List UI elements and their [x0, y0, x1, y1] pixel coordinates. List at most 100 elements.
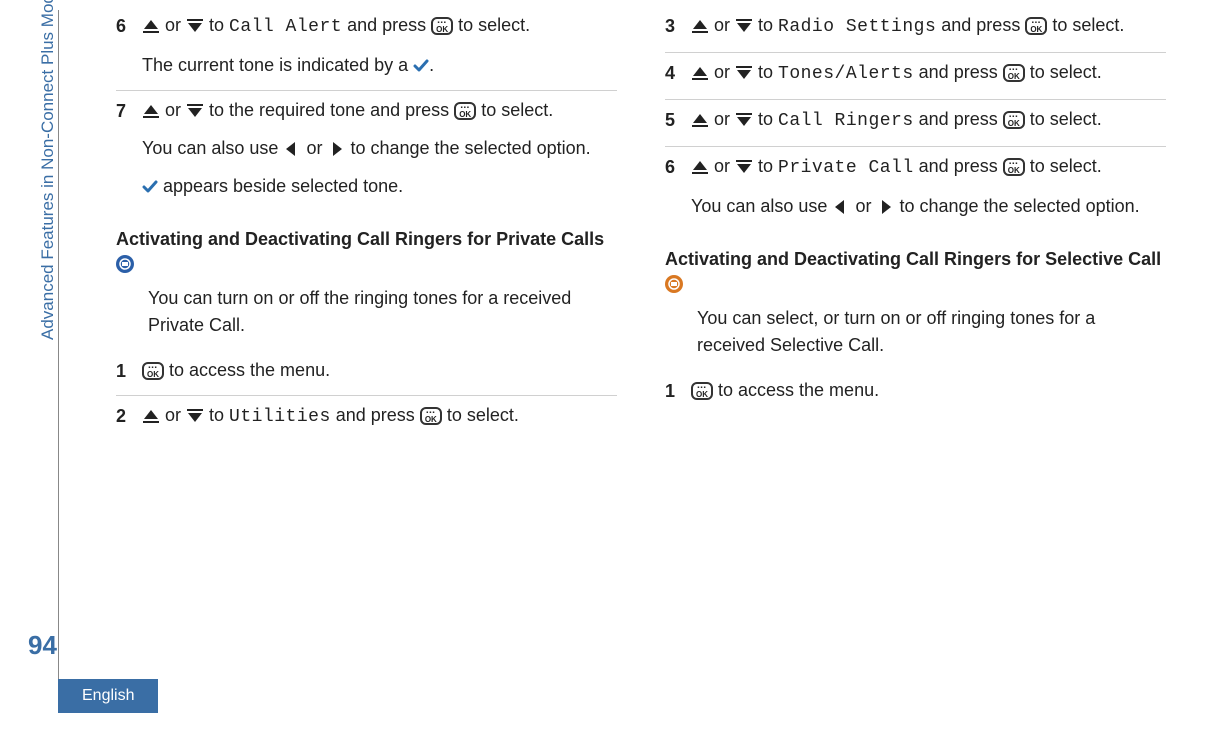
text: to select.: [453, 15, 530, 35]
step-number: 5: [665, 106, 691, 140]
ok-button-icon: ▪▪▪OK: [142, 362, 164, 380]
arrow-left-icon: [283, 140, 301, 158]
selective-call-step-1: 1 ▪▪▪OK to access the menu.: [665, 371, 1166, 415]
step-number: 1: [116, 357, 142, 389]
step-3: 3 or to Radio Settings and press ▪▪▪OK t…: [665, 6, 1166, 53]
arrow-left-icon: [832, 198, 850, 216]
step-number: 7: [116, 97, 142, 205]
menu-option: Radio Settings: [778, 17, 936, 37]
arrow-down-icon: [186, 17, 204, 35]
text: or: [301, 138, 327, 158]
arrow-up-icon: [691, 64, 709, 82]
text: or: [160, 405, 186, 425]
text: .: [429, 55, 434, 75]
arrow-up-icon: [691, 17, 709, 35]
text: to select.: [1047, 15, 1124, 35]
language-tab: English: [58, 679, 158, 713]
heading-text: Activating and Deactivating Call Ringers…: [665, 249, 1161, 269]
heading-text: Activating and Deactivating Call Ringers…: [116, 229, 604, 249]
step-7: 7 or to the required tone and press ▪▪▪O…: [116, 91, 617, 211]
step-6: 6 or to Private Call and press ▪▪▪OK to …: [665, 147, 1166, 231]
text: and press: [914, 109, 1003, 129]
private-call-step-2: 2 or to Utilities and press ▪▪▪OK to sel…: [116, 396, 617, 442]
arrow-down-icon: [186, 102, 204, 120]
section-heading: Activating and Deactivating Call Ringers…: [665, 248, 1166, 295]
text: or: [709, 62, 735, 82]
menu-option: Utilities: [229, 407, 331, 427]
arrow-down-icon: [735, 111, 753, 129]
text: to change the selected option.: [345, 138, 590, 158]
text: to access the menu.: [713, 380, 879, 400]
intro-text: You can turn on or off the ringing tones…: [148, 285, 617, 339]
feature-badge-icon: [116, 255, 134, 273]
text: to: [753, 62, 778, 82]
section-tab: Advanced Features in Non-Connect Plus Mo…: [38, 0, 58, 340]
left-column: 6 or to Call Alert and press ▪▪▪OK to se…: [116, 6, 617, 442]
check-icon: [142, 179, 158, 195]
step-6: 6 or to Call Alert and press ▪▪▪OK to se…: [116, 6, 617, 91]
side-rule: [58, 10, 59, 681]
section-heading: Activating and Deactivating Call Ringers…: [116, 228, 617, 275]
text: to select.: [476, 100, 553, 120]
text: to the required tone and press: [204, 100, 454, 120]
step-number: 4: [665, 59, 691, 93]
text: to access the menu.: [164, 360, 330, 380]
arrow-up-icon: [142, 407, 160, 425]
step-number: 3: [665, 12, 691, 46]
arrow-right-icon: [876, 198, 894, 216]
ok-button-icon: ▪▪▪OK: [691, 382, 713, 400]
text: to change the selected option.: [894, 196, 1139, 216]
ok-button-icon: ▪▪▪OK: [1003, 64, 1025, 82]
text: and press: [936, 15, 1025, 35]
step-number: 6: [665, 153, 691, 225]
text: to: [204, 405, 229, 425]
arrow-down-icon: [186, 407, 204, 425]
text: to: [204, 15, 229, 35]
feature-badge-icon: [665, 275, 683, 293]
text: to select.: [442, 405, 519, 425]
step-number: 2: [116, 402, 142, 436]
arrow-down-icon: [735, 158, 753, 176]
ok-button-icon: ▪▪▪OK: [1025, 17, 1047, 35]
arrow-up-icon: [691, 111, 709, 129]
arrow-up-icon: [691, 158, 709, 176]
manual-page: Advanced Features in Non-Connect Plus Mo…: [0, 0, 1206, 741]
text: or: [709, 15, 735, 35]
ok-button-icon: ▪▪▪OK: [431, 17, 453, 35]
page-number: 94: [28, 630, 57, 661]
menu-option: Private Call: [778, 158, 914, 178]
text: and press: [914, 62, 1003, 82]
text: or: [709, 156, 735, 176]
arrow-down-icon: [735, 64, 753, 82]
step-4: 4 or to Tones/Alerts and press ▪▪▪OK to …: [665, 53, 1166, 100]
step-number: 1: [665, 377, 691, 409]
text: or: [850, 196, 876, 216]
text: You can also use: [691, 196, 832, 216]
text: or: [709, 109, 735, 129]
text: to: [753, 156, 778, 176]
ok-button-icon: ▪▪▪OK: [454, 102, 476, 120]
text: or: [160, 100, 186, 120]
text: and press: [342, 15, 431, 35]
text: or: [160, 15, 186, 35]
text: and press: [914, 156, 1003, 176]
arrow-up-icon: [142, 17, 160, 35]
text: and press: [331, 405, 420, 425]
ok-button-icon: ▪▪▪OK: [1003, 158, 1025, 176]
text: You can also use: [142, 138, 283, 158]
text: to: [753, 15, 778, 35]
arrow-right-icon: [327, 140, 345, 158]
menu-option: Call Alert: [229, 17, 342, 37]
text: appears beside selected tone.: [158, 176, 403, 196]
arrow-up-icon: [142, 102, 160, 120]
text: The current tone is indicated by a: [142, 55, 413, 75]
intro-text: You can select, or turn on or off ringin…: [697, 305, 1166, 359]
menu-option: Tones/Alerts: [778, 64, 914, 84]
check-icon: [413, 58, 429, 74]
step-5: 5 or to Call Ringers and press ▪▪▪OK to …: [665, 100, 1166, 147]
ok-button-icon: ▪▪▪OK: [420, 407, 442, 425]
text: to select.: [1025, 62, 1102, 82]
right-column: 3 or to Radio Settings and press ▪▪▪OK t…: [665, 6, 1166, 442]
menu-option: Call Ringers: [778, 111, 914, 131]
step-number: 6: [116, 12, 142, 84]
